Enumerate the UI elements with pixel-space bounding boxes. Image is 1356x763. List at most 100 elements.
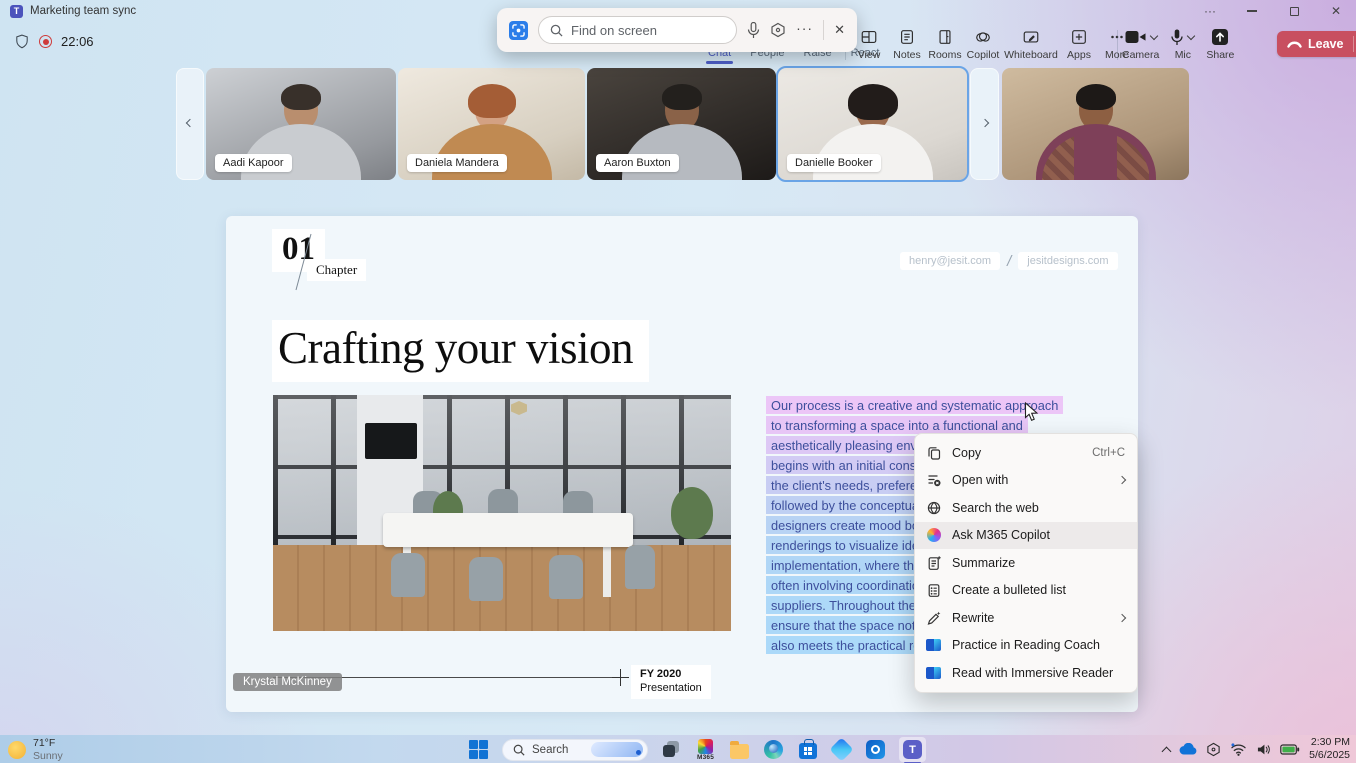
apps-icon bbox=[1070, 28, 1088, 46]
window-more-button[interactable]: ··· bbox=[1196, 1, 1224, 21]
search-placeholder: Search bbox=[532, 744, 584, 756]
start-button[interactable] bbox=[468, 739, 489, 760]
menu-item-copy[interactable]: Copy Ctrl+C bbox=[915, 439, 1137, 467]
taskbar-search-input[interactable]: Search bbox=[502, 739, 648, 761]
find-on-screen-overlay: Find on screen ··· ✕ bbox=[497, 8, 857, 52]
search-web-icon bbox=[925, 500, 942, 516]
footer-caption: FY 2020 Presentation bbox=[631, 665, 711, 699]
conference-room-photo bbox=[273, 395, 731, 631]
whiteboard-button[interactable]: Whiteboard bbox=[1002, 26, 1060, 61]
edge-button[interactable] bbox=[763, 739, 784, 760]
mic-options-chevron-icon[interactable] bbox=[1187, 31, 1195, 39]
overlay-more-icon[interactable]: ··· bbox=[796, 20, 813, 36]
m365-label: M365 bbox=[697, 754, 714, 761]
teams-icon: T bbox=[903, 740, 922, 759]
submenu-chevron-icon bbox=[1118, 476, 1126, 484]
menu-item-summarize[interactable]: Summarize bbox=[915, 549, 1137, 577]
highlighted-line: Our process is a creative and systematic… bbox=[766, 396, 1063, 414]
teams-window-icon: T bbox=[10, 5, 23, 18]
menu-item-read-immersive-reader[interactable]: Read with Immersive Reader bbox=[915, 659, 1137, 687]
menu-item-rewrite[interactable]: Rewrite bbox=[915, 604, 1137, 632]
file-explorer-button[interactable] bbox=[729, 739, 750, 760]
hangup-icon bbox=[1287, 40, 1302, 48]
tray-time: 2:30 PM bbox=[1309, 736, 1350, 749]
outlook-button[interactable] bbox=[865, 739, 886, 760]
speaker-icon[interactable] bbox=[1256, 743, 1271, 756]
apps-button[interactable]: Apps bbox=[1060, 26, 1098, 61]
submenu-chevron-icon bbox=[1118, 614, 1126, 622]
rooms-button[interactable]: Rooms bbox=[926, 26, 964, 61]
participant-name: Aadi Kapoor bbox=[215, 154, 292, 172]
weather-temp: 71°F bbox=[33, 737, 63, 750]
minimize-button[interactable] bbox=[1238, 1, 1266, 21]
menu-item-ask-m365-copilot[interactable]: Ask M365 Copilot bbox=[915, 522, 1137, 550]
video-tile[interactable]: Danielle Booker bbox=[778, 68, 967, 180]
tray-expand-chevron-icon[interactable] bbox=[1162, 746, 1172, 756]
task-view-button[interactable] bbox=[661, 739, 682, 760]
overlay-close-icon[interactable]: ✕ bbox=[834, 22, 845, 38]
sun-icon bbox=[8, 741, 26, 759]
slide-title: Crafting your vision bbox=[272, 320, 649, 382]
copilot-button[interactable]: Copilot bbox=[964, 26, 1002, 61]
close-button[interactable]: ✕ bbox=[1322, 1, 1350, 21]
video-tile[interactable]: Daniela Mandera bbox=[398, 68, 585, 180]
website-address: jesitdesigns.com bbox=[1018, 252, 1117, 270]
notes-icon bbox=[898, 28, 916, 46]
summarize-icon bbox=[925, 555, 942, 571]
copy-icon bbox=[925, 445, 942, 461]
participant-name: Aaron Buxton bbox=[596, 154, 679, 172]
menu-item-search-the-web[interactable]: Search the web bbox=[915, 494, 1137, 522]
folder-icon bbox=[730, 744, 749, 759]
author-badge: Krystal McKinney bbox=[233, 673, 342, 691]
open-with-icon bbox=[925, 472, 942, 488]
carousel-prev-button[interactable] bbox=[176, 68, 204, 180]
mic-button[interactable]: Mic bbox=[1171, 26, 1194, 61]
meeting-timer: 22:06 bbox=[61, 34, 94, 49]
carousel-next-button[interactable] bbox=[970, 68, 999, 180]
search-icon bbox=[513, 744, 525, 756]
find-search-input[interactable]: Find on screen bbox=[538, 16, 737, 44]
m365-icon bbox=[698, 739, 713, 754]
teams-app-button[interactable]: T bbox=[899, 737, 926, 762]
copilot-icon bbox=[925, 528, 942, 542]
share-button[interactable]: Share bbox=[1206, 26, 1234, 61]
find-placeholder: Find on screen bbox=[571, 23, 657, 38]
weather-widget[interactable]: 71°F Sunny bbox=[8, 737, 63, 762]
store-button[interactable] bbox=[797, 739, 818, 760]
store-icon bbox=[799, 743, 817, 759]
screen-search-icon bbox=[509, 21, 528, 40]
email-address: henry@jesit.com bbox=[900, 252, 1000, 270]
immersive-reader-icon bbox=[925, 667, 942, 679]
reading-coach-icon bbox=[925, 639, 942, 651]
security-icon[interactable] bbox=[1206, 742, 1221, 757]
menu-item-open-with[interactable]: Open with bbox=[915, 467, 1137, 495]
menu-item-practice-reading-coach[interactable]: Practice in Reading Coach bbox=[915, 632, 1137, 660]
settings-icon[interactable] bbox=[770, 22, 786, 38]
camera-options-chevron-icon[interactable] bbox=[1149, 31, 1157, 39]
onedrive-cloud-icon[interactable] bbox=[1179, 743, 1197, 755]
windows-logo-icon bbox=[469, 740, 488, 759]
email-separator: / bbox=[1007, 253, 1011, 270]
video-tile[interactable] bbox=[1002, 68, 1189, 180]
m365-app-button[interactable]: M365 bbox=[695, 739, 716, 760]
context-menu: Copy Ctrl+C Open with Search the web Ask… bbox=[914, 433, 1138, 693]
video-tile[interactable]: Aaron Buxton bbox=[587, 68, 776, 180]
camera-button[interactable]: Camera bbox=[1122, 26, 1159, 61]
voice-search-icon[interactable] bbox=[747, 22, 760, 39]
notes-button[interactable]: Notes bbox=[888, 26, 926, 61]
tray-clock[interactable]: 2:30 PM 5/6/2025 bbox=[1309, 736, 1350, 762]
menu-item-create-bulleted-list[interactable]: Create a bulleted list bbox=[915, 577, 1137, 605]
video-tile[interactable]: Aadi Kapoor bbox=[206, 68, 396, 180]
chevron-left-icon bbox=[186, 118, 194, 126]
window-title: Marketing team sync bbox=[30, 5, 136, 17]
footer-subtitle: Presentation bbox=[640, 682, 702, 696]
maximize-button[interactable] bbox=[1280, 1, 1308, 21]
chevron-right-icon bbox=[980, 118, 988, 126]
participant-name: Danielle Booker bbox=[787, 154, 881, 172]
copilot-app-button[interactable] bbox=[831, 739, 852, 760]
leave-button[interactable]: Leave bbox=[1277, 31, 1356, 57]
battery-icon[interactable] bbox=[1280, 744, 1300, 755]
wifi-icon[interactable] bbox=[1230, 743, 1247, 756]
tv-screen bbox=[365, 423, 417, 459]
highlighted-line: to transforming a space into a functiona… bbox=[766, 416, 1028, 434]
